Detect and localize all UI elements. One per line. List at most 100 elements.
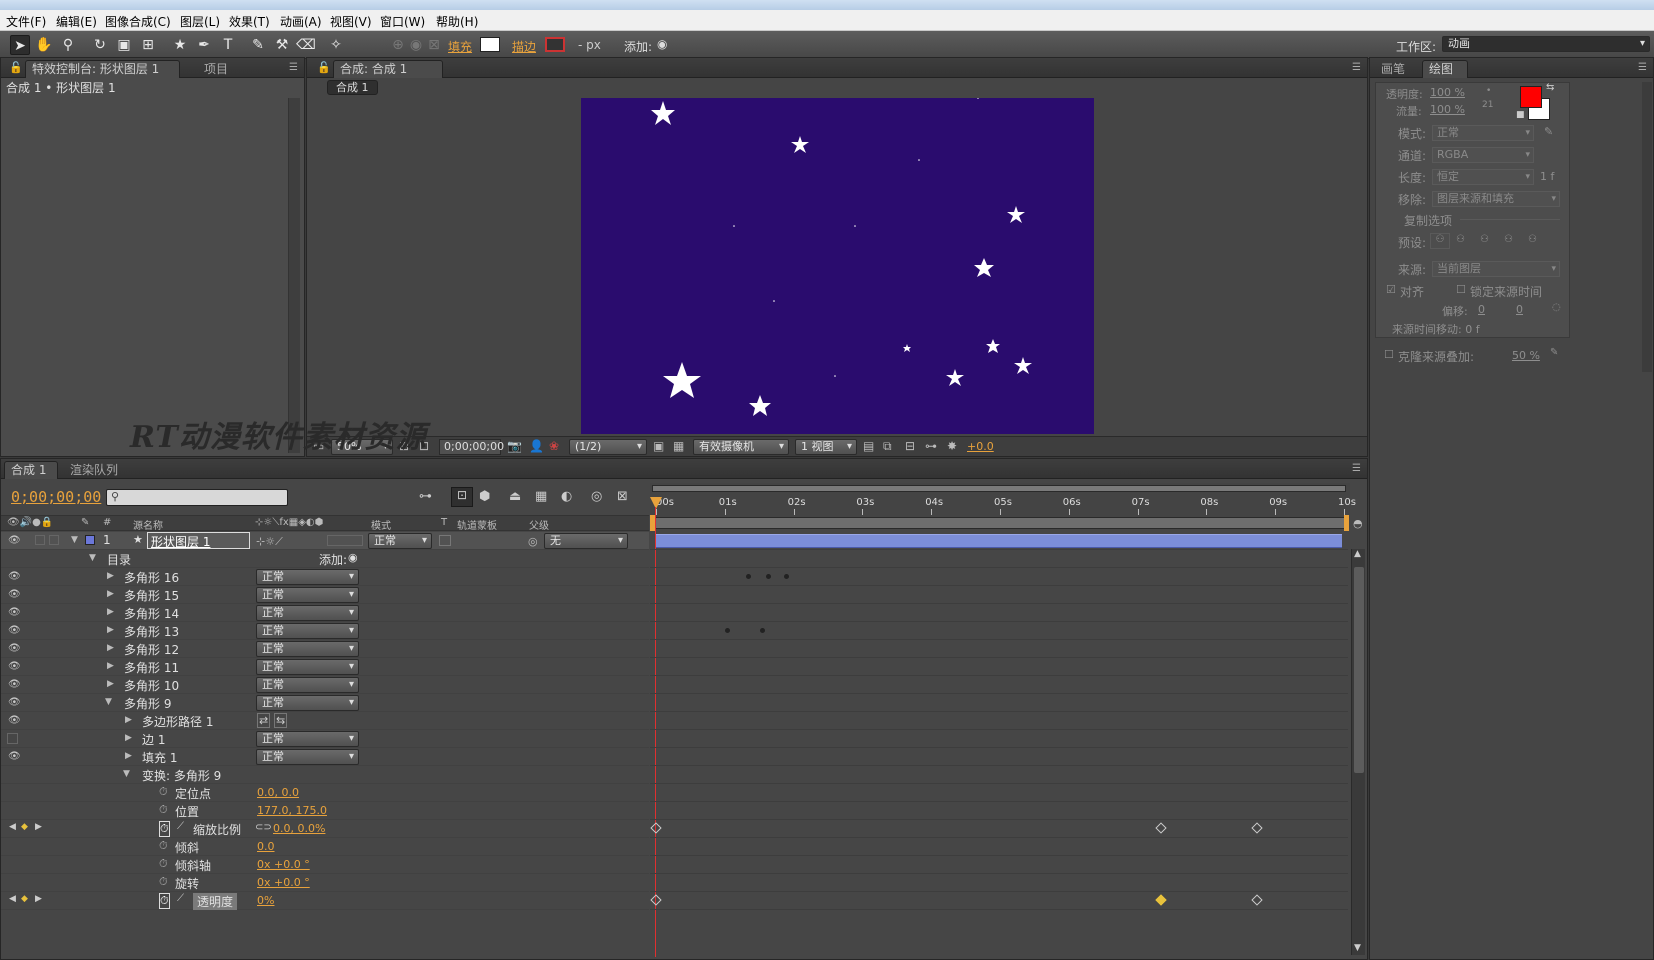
polygon-child-row[interactable]: ▶ 边 1 正常 xyxy=(1,730,649,748)
exposure-value[interactable]: +0.0 xyxy=(967,440,994,453)
flow-value[interactable]: 100 % xyxy=(1430,103,1465,116)
opacity-value[interactable]: 100 % xyxy=(1430,86,1465,99)
preset-2-icon[interactable]: ⚇ xyxy=(1456,234,1465,245)
visibility-toggle-icon[interactable]: 👁 xyxy=(8,751,21,762)
comp-timecode[interactable]: 0;00;00;00 xyxy=(439,439,504,455)
visibility-toggle-icon[interactable]: 👁 xyxy=(8,697,21,708)
graph-icon[interactable]: ⟋ xyxy=(177,893,184,904)
tab-paint[interactable]: 绘图 xyxy=(1422,60,1468,78)
visibility-toggle-icon[interactable]: 👁 xyxy=(8,679,21,690)
reset-offset-icon[interactable]: ◌ xyxy=(1552,302,1561,313)
transform-property-row[interactable]: ⏱ 位置 177.0, 175.0 xyxy=(1,802,649,820)
layer-duration-bar[interactable] xyxy=(656,534,1342,548)
solo-toggle[interactable] xyxy=(35,535,45,545)
parent-dropdown[interactable]: 无 xyxy=(544,533,628,549)
polygon-group-row[interactable]: 👁 ▶ 多角形 16 正常 xyxy=(1,568,649,586)
transform-property-row[interactable]: ⏱ 倾斜轴 0x +0.0 ° xyxy=(1,856,649,874)
contents-row[interactable]: ▼ 目录 添加: ◉ xyxy=(1,550,649,568)
flowchart-icon[interactable]: ⊶ xyxy=(925,439,937,453)
eraser-tool-icon[interactable]: ⌫ xyxy=(296,35,316,55)
polygon-group-row[interactable]: 👁 ▶ 多角形 12 正常 xyxy=(1,640,649,658)
stroke-width-label[interactable]: - px xyxy=(578,38,601,52)
pen-tool-icon[interactable]: ✒ xyxy=(194,35,214,55)
trkmat-header[interactable]: 轨道蒙板 xyxy=(457,517,497,532)
difference-mode-icon[interactable]: ✎ xyxy=(1550,347,1558,358)
clone-overlay-value[interactable]: 50 % xyxy=(1512,349,1540,362)
time-navigator[interactable] xyxy=(652,485,1346,492)
transform-property-row[interactable]: ⏱ 定位点 0.0, 0.0 xyxy=(1,784,649,802)
pickwhip-icon[interactable]: ◎ xyxy=(528,535,538,548)
show-snapshot-icon[interactable]: 👤 xyxy=(529,439,544,453)
resolution-dropdown[interactable]: (1/2) xyxy=(569,439,647,455)
zoom-tool-icon[interactable]: ⚲ xyxy=(58,35,78,55)
frame-blending-icon[interactable]: ▦ xyxy=(535,489,547,504)
keyframe-diamond[interactable] xyxy=(1251,894,1263,906)
layer-label-color[interactable] xyxy=(85,535,95,545)
expand-triangle-icon[interactable]: ▶ xyxy=(107,679,114,689)
menu-window[interactable]: 窗口(W) xyxy=(380,13,425,30)
keyframe-dot[interactable] xyxy=(746,574,751,579)
time-ruler[interactable]: 00s 01s 02s 03s 04s 05s 06s 07s 08s 09s 10s xyxy=(650,483,1356,531)
keyframe-diamond[interactable] xyxy=(1155,894,1167,906)
exposure-icon[interactable]: ✸ xyxy=(947,439,957,453)
prev-keyframe-icon[interactable]: ◀ xyxy=(9,822,16,832)
polygon-child-row[interactable]: 👁 ▶ 填充 1 正常 xyxy=(1,748,649,766)
polygon-group-row[interactable]: 👁 ▶ 多角形 11 正常 xyxy=(1,658,649,676)
stopwatch-icon[interactable]: ⏱ xyxy=(159,785,168,799)
visibility-toggle-icon[interactable]: 👁 xyxy=(8,661,21,672)
work-area-bar[interactable] xyxy=(652,517,1346,529)
tab-composition[interactable]: 合成: 合成 1 xyxy=(333,60,443,78)
blend-mode-dropdown[interactable]: 正常 xyxy=(256,605,359,621)
property-value[interactable]: 0x +0.0 ° xyxy=(257,858,310,871)
next-keyframe-icon[interactable]: ▶ xyxy=(35,894,42,904)
property-value[interactable]: 0% xyxy=(257,894,274,907)
next-keyframe-icon[interactable]: ▶ xyxy=(35,822,42,832)
channel-dropdown[interactable]: RGBA xyxy=(1432,147,1534,163)
preset-4-icon[interactable]: ⚇ xyxy=(1504,234,1513,245)
live-update-icon[interactable]: ⊡ xyxy=(451,487,473,507)
fast-preview-icon[interactable]: ⧉ xyxy=(883,439,892,454)
effect-controls-scrollbar[interactable] xyxy=(288,98,300,453)
paint-panel-menu-icon[interactable]: ☰ xyxy=(1638,62,1647,73)
duration-dropdown[interactable]: 恒定 xyxy=(1432,169,1534,185)
tab-comp-timeline[interactable]: 合成 1 xyxy=(4,461,58,479)
camera-dropdown[interactable]: 有效摄像机 xyxy=(693,439,789,455)
brush-tip-icon[interactable]: • xyxy=(1486,86,1491,96)
layer-name-field[interactable]: 形状图层 1 xyxy=(147,532,250,549)
scroll-thumb[interactable] xyxy=(1354,567,1364,773)
polygon-child-row[interactable]: 👁 ▶ 多边形路径 1 ⇄ ⇆ xyxy=(1,712,649,730)
offset-x[interactable]: 0 xyxy=(1478,303,1485,316)
layer-search-input[interactable]: ⚲ xyxy=(106,489,288,506)
puppet-tool-icon[interactable]: ✧ xyxy=(326,35,346,55)
expand-triangle-icon[interactable]: ▶ xyxy=(107,571,114,581)
layer-switches-icons[interactable]: ⊹☼⟋ xyxy=(256,535,283,549)
preserve-transparency-toggle[interactable] xyxy=(439,535,451,546)
region-of-interest-icon[interactable]: ▣ xyxy=(653,439,664,453)
transform-property-row[interactable]: ⏱ 倾斜 0.0 xyxy=(1,838,649,856)
comp-panel-menu-icon[interactable]: ☰ xyxy=(1352,62,1361,73)
contents-add-icon[interactable]: ◉ xyxy=(348,551,358,564)
clone-overlay-checkbox[interactable]: ☐ xyxy=(1384,348,1394,361)
layer-row[interactable]: 👁 ▼ 1 ★ 形状图层 1 ⊹☼⟋ 正常 ◎ 无 xyxy=(1,532,649,550)
hide-shy-icon[interactable]: ⏏ xyxy=(509,489,521,504)
erase-dropdown[interactable]: 图层来源和填充 xyxy=(1432,191,1560,207)
selection-tool-icon[interactable]: ➤ xyxy=(10,35,30,55)
polygon-group-row[interactable]: 👁 ▶ 多角形 14 正常 xyxy=(1,604,649,622)
type-tool-icon[interactable]: T xyxy=(218,35,238,55)
timeline-menu-icon[interactable]: ☰ xyxy=(1352,463,1361,474)
menu-help[interactable]: 帮助(H) xyxy=(436,13,478,30)
foreground-color-swatch[interactable] xyxy=(1520,86,1542,108)
brush-tool-icon[interactable]: ✎ xyxy=(248,35,268,55)
expand-triangle-icon[interactable]: ▶ xyxy=(125,751,132,761)
brainstorm-icon[interactable]: ◎ xyxy=(591,489,602,504)
timeline-icon[interactable]: ⊟ xyxy=(905,439,915,453)
toggle-pixel-icon[interactable]: ▤ xyxy=(863,439,874,453)
parent-header[interactable]: 父级 xyxy=(529,517,549,532)
blend-mode-dropdown[interactable]: 正常 xyxy=(256,623,359,639)
blend-mode-dropdown[interactable]: 正常 xyxy=(256,677,359,693)
polygon-group-row[interactable]: 👁 ▼ 多角形 9 正常 xyxy=(1,694,649,712)
snapshot-icon[interactable]: 📷 xyxy=(507,439,522,453)
visibility-toggle-icon[interactable]: 👁 xyxy=(8,625,21,636)
property-value[interactable]: 177.0, 175.0 xyxy=(257,804,327,817)
blend-mode-dropdown[interactable]: 正常 xyxy=(256,641,359,657)
